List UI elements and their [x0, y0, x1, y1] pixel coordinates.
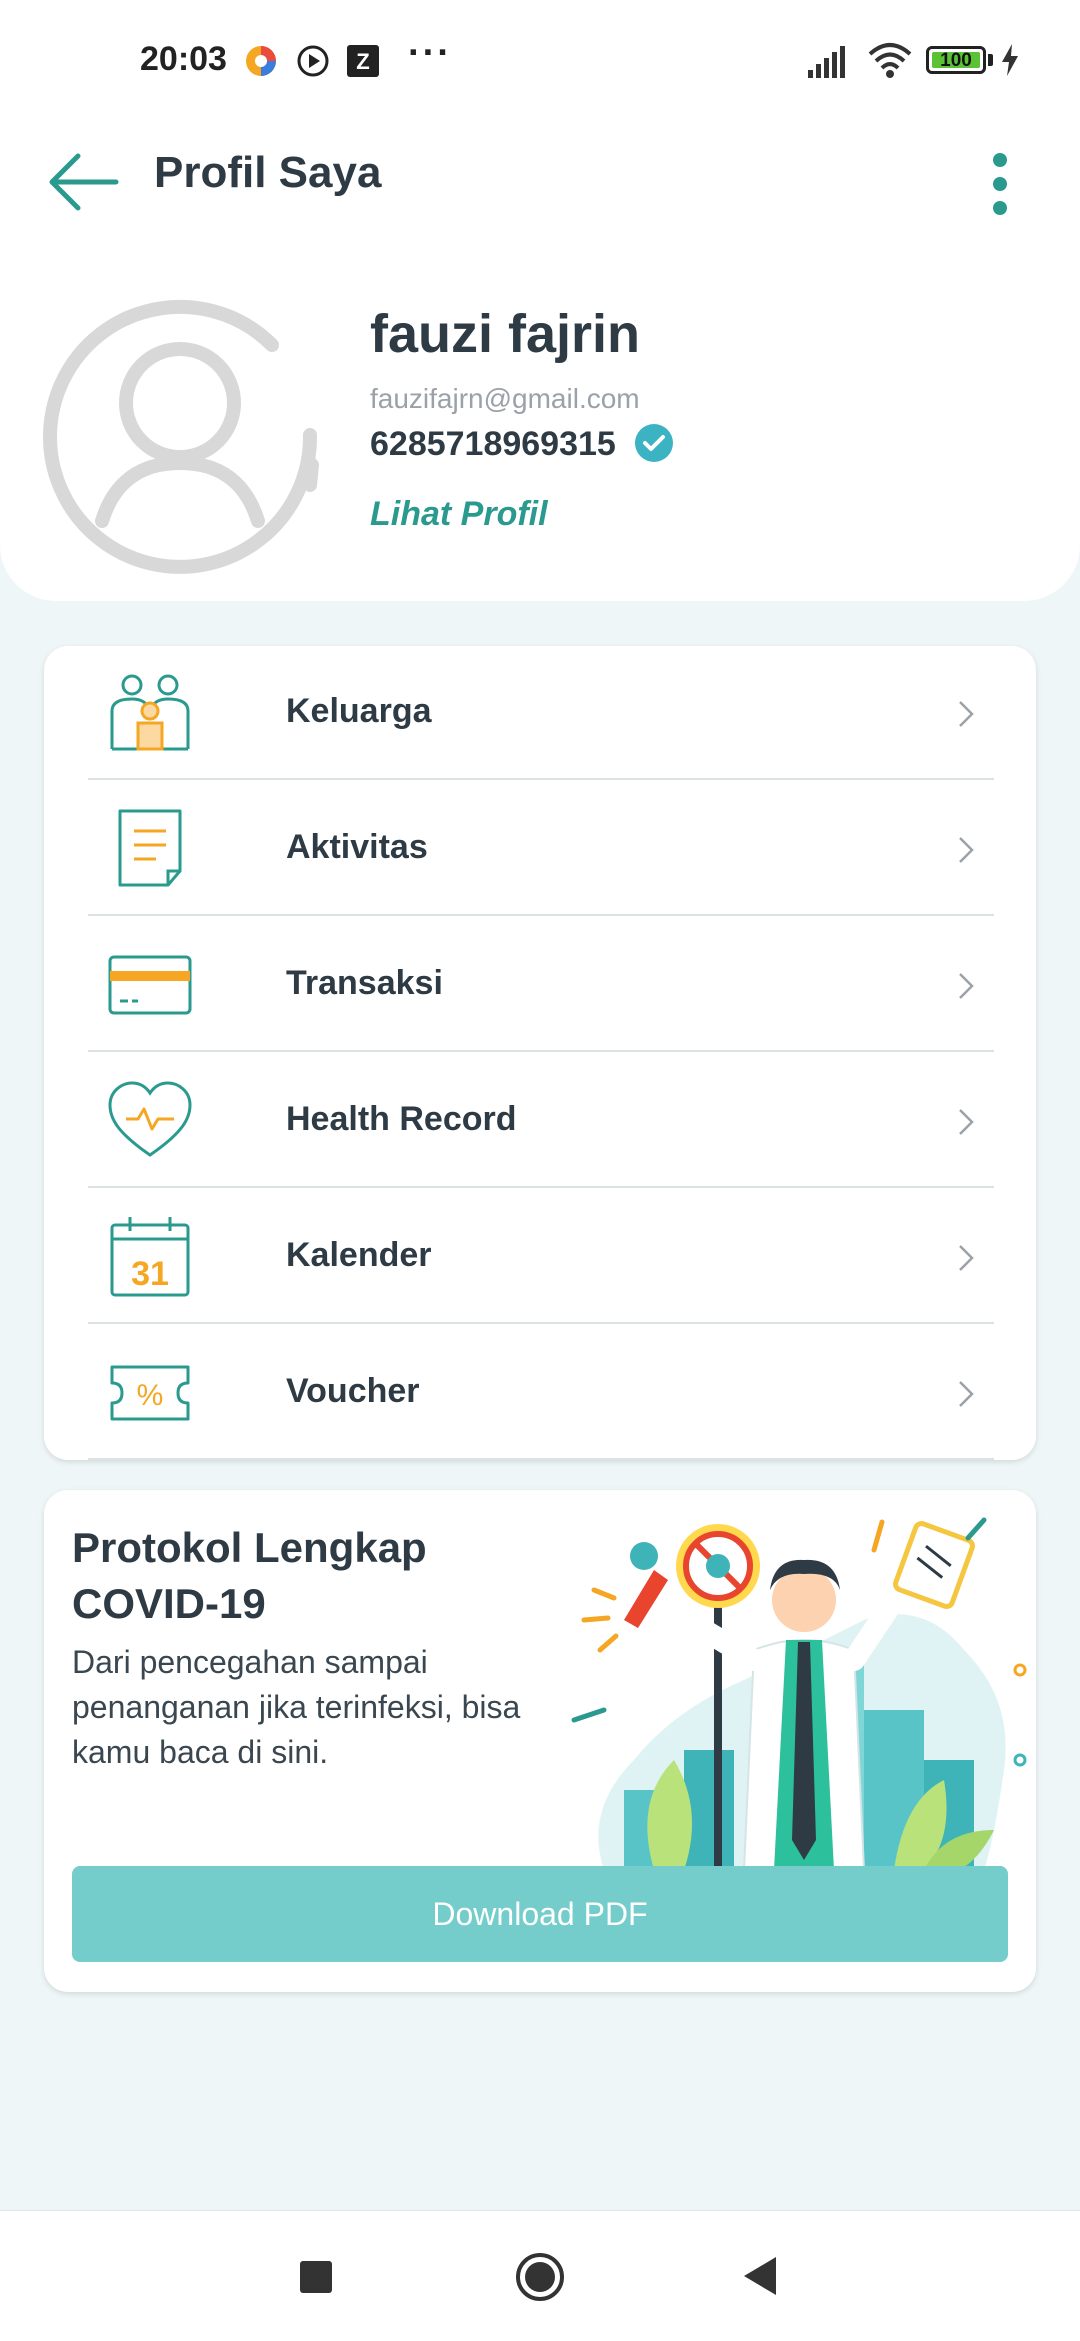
menu-label-keluarga: Keluarga: [286, 692, 432, 730]
menu-card: Keluarga Aktivitas Transaksi Health Reco…: [44, 646, 1036, 1460]
profile-phone: 6285718969315: [370, 425, 616, 463]
menu-label-kalender: Kalender: [286, 1236, 432, 1274]
svg-text:Z: Z: [356, 49, 369, 74]
voucher-percent-icon: %: [110, 1365, 190, 1421]
recent-apps-icon[interactable]: [300, 2261, 332, 2293]
menu-item-voucher[interactable]: % Voucher: [88, 1326, 994, 1460]
colorful-app-icon: [246, 46, 276, 76]
menu-item-keluarga[interactable]: Keluarga: [88, 646, 994, 780]
more-notifications-icon: ···: [408, 32, 452, 74]
chevron-right-icon: [959, 1381, 974, 1407]
heart-pulse-icon: [108, 1081, 192, 1157]
divider: [88, 914, 994, 916]
chevron-right-icon: [959, 1109, 974, 1135]
calendar-icon-text: 31: [131, 1255, 169, 1293]
page-title: Profil Saya: [154, 148, 382, 197]
status-bar: 20:03 Z ··· 100: [0, 0, 1080, 120]
charging-bolt-icon: [1002, 44, 1018, 76]
profile-card: fauzi fajrin fauzifajrn@gmail.com 628571…: [0, 245, 1080, 601]
covid-protocol-card: Protokol Lengkap COVID-19 Dari pencegaha…: [44, 1490, 1036, 1992]
download-pdf-button[interactable]: Download PDF: [72, 1866, 1008, 1962]
covid-title: Protokol Lengkap COVID-19: [72, 1524, 427, 1627]
view-profile-link[interactable]: Lihat Profil: [370, 495, 548, 534]
profile-name: fauzi fajrin: [370, 304, 641, 364]
menu-item-aktivitas[interactable]: Aktivitas: [88, 782, 994, 916]
divider: [88, 1050, 994, 1052]
back-triangle-icon[interactable]: [740, 2255, 780, 2297]
avatar-icon[interactable]: [40, 295, 325, 580]
voucher-icon-text: %: [137, 1379, 164, 1412]
app-header: Profil Saya: [0, 120, 1080, 245]
menu-item-transaksi[interactable]: Transaksi: [88, 918, 994, 1052]
activity-document-icon: [118, 809, 182, 887]
menu-label-voucher: Voucher: [286, 1372, 420, 1410]
signal-icon: [808, 46, 845, 78]
chevron-right-icon: [959, 1245, 974, 1271]
divider: [88, 1186, 994, 1188]
play-circle-icon: [297, 45, 329, 77]
wifi-icon: [868, 43, 912, 78]
more-vertical-icon[interactable]: [976, 144, 1024, 224]
menu-item-health-record[interactable]: Health Record: [88, 1054, 994, 1188]
covid-description: Dari pencegahan sampai penanganan jika t…: [72, 1644, 521, 1770]
menu-item-kalender[interactable]: 31 Kalender: [88, 1190, 994, 1324]
chevron-right-icon: [959, 701, 974, 727]
divider: [88, 1322, 994, 1324]
status-time: 20:03: [140, 40, 227, 78]
battery-icon: 100: [926, 46, 986, 74]
system-nav-bar: [0, 2210, 1080, 2341]
profile-email: fauzifajrn@gmail.com: [370, 383, 640, 414]
chevron-right-icon: [959, 973, 974, 999]
battery-tip: [988, 54, 993, 66]
z-app-icon: Z: [347, 45, 379, 77]
menu-label-transaksi: Transaksi: [286, 964, 443, 1002]
arrow-left-icon[interactable]: [44, 142, 124, 222]
divider: [88, 778, 994, 780]
doctor-illustration-icon: [571, 1517, 1027, 1875]
menu-label-health-record: Health Record: [286, 1100, 517, 1138]
divider: [88, 1458, 994, 1460]
calendar-icon: 31: [110, 1217, 190, 1297]
verified-check-icon: [635, 424, 673, 462]
battery-level: 100: [932, 51, 980, 70]
credit-card-icon: [108, 955, 192, 1015]
menu-label-aktivitas: Aktivitas: [286, 828, 428, 866]
chevron-right-icon: [959, 837, 974, 863]
home-circle-icon[interactable]: [514, 2251, 566, 2303]
family-icon: [110, 674, 190, 751]
